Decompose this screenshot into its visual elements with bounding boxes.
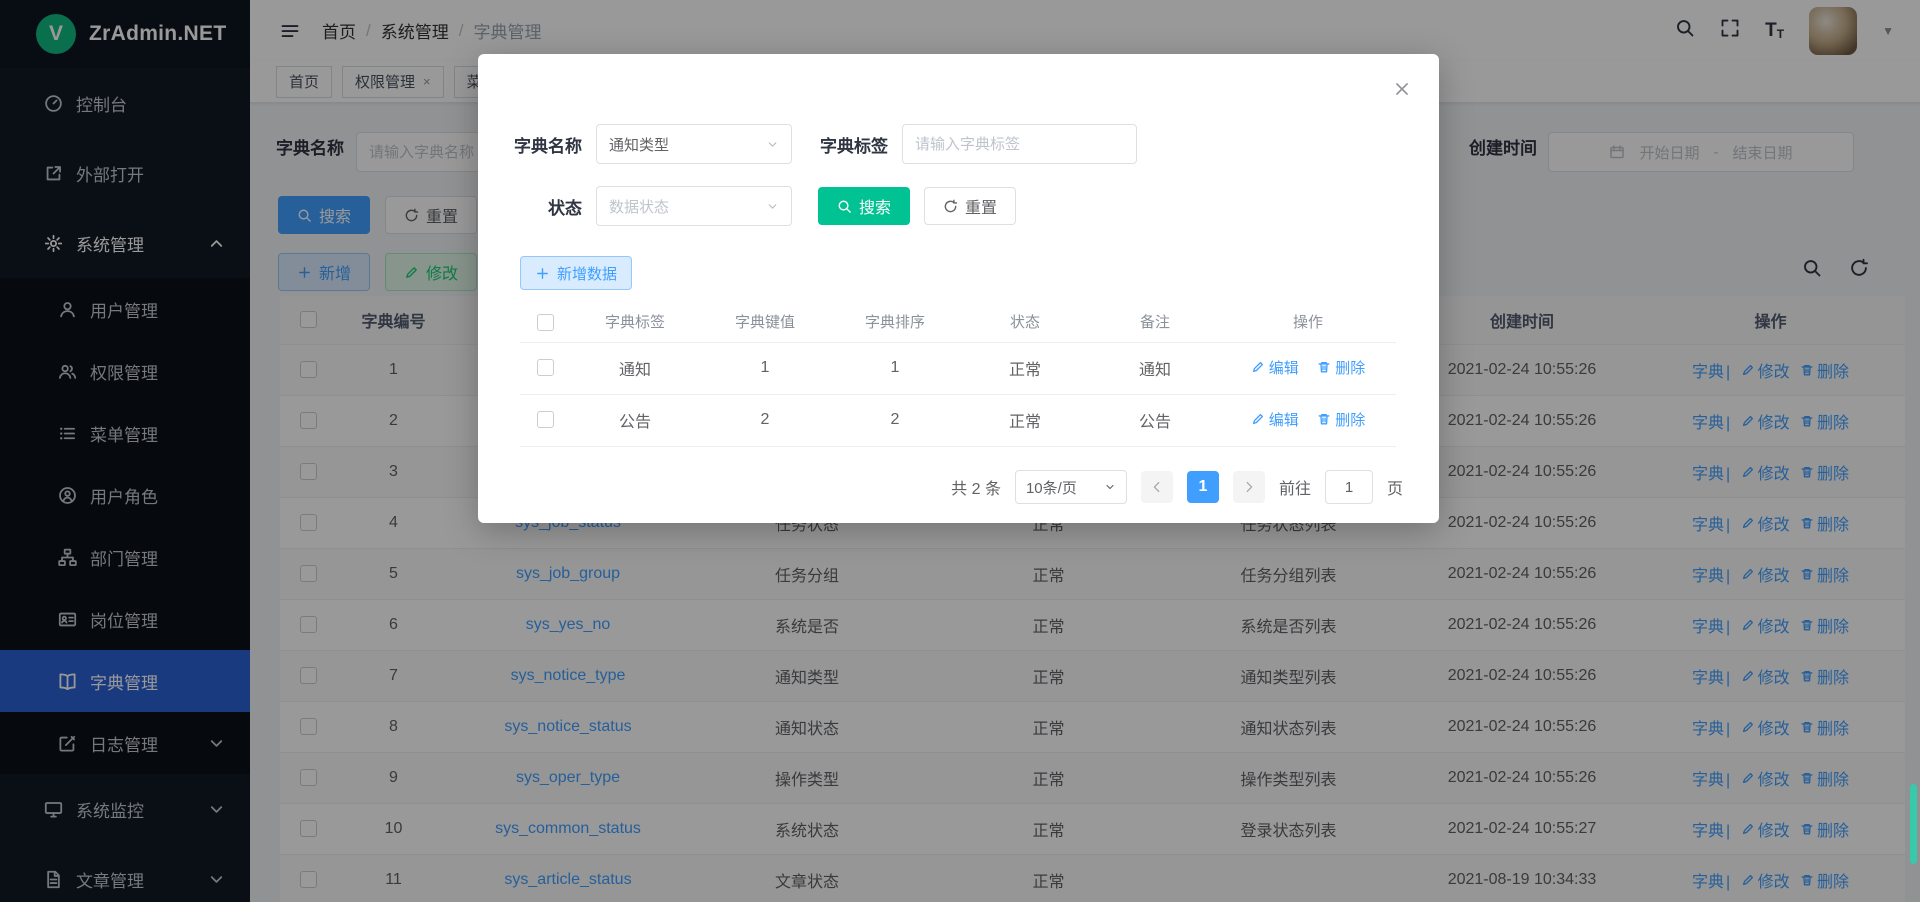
table-row: 公告 2 2 正常 公告 编辑 删除	[520, 394, 1396, 446]
dict-data-table: 字典标签 字典键值 字典排序 状态 备注 操作 通知 1 1 正常 通知 编	[520, 302, 1396, 447]
header-action: 操作	[1220, 302, 1396, 342]
row-delete-link[interactable]: 删除	[1317, 409, 1365, 430]
cell-dict-label: 通知	[570, 342, 700, 394]
row-edit-link[interactable]: 编辑	[1251, 357, 1299, 378]
dict-name-label: 字典名称	[506, 132, 582, 157]
goto-page-input[interactable]	[1325, 470, 1373, 504]
pagination: 共 2 条 10条/页 1 前往 页	[951, 470, 1403, 504]
prev-page-button[interactable]	[1141, 471, 1173, 503]
page-size-value: 10条/页	[1026, 477, 1077, 498]
chevron-down-icon	[766, 138, 779, 151]
header-dict-label: 字典标签	[570, 302, 700, 342]
chevron-left-icon	[1150, 480, 1164, 494]
header-dict-key: 字典键值	[700, 302, 830, 342]
goto-label: 前往	[1279, 475, 1311, 499]
dict-data-table-body: 通知 1 1 正常 通知 编辑 删除 公告 2 2 正常	[520, 342, 1396, 446]
row-edit-link[interactable]: 编辑	[1251, 409, 1299, 430]
cell-status: 正常	[960, 342, 1090, 394]
cell-remark: 公告	[1090, 394, 1220, 446]
cell-dict-label: 公告	[570, 394, 700, 446]
dict-data-dialog: 字典名称 通知类型 字典标签 状态 数据状态 搜索 重置	[478, 54, 1439, 523]
cell-remark: 通知	[1090, 342, 1220, 394]
page-1-button[interactable]: 1	[1187, 471, 1219, 503]
cell-dict-key: 1	[700, 342, 830, 394]
cell-status: 正常	[960, 394, 1090, 446]
add-data-button[interactable]: 新增数据	[520, 256, 632, 290]
row-checkbox[interactable]	[537, 411, 554, 428]
table-row: 通知 1 1 正常 通知 编辑 删除	[520, 342, 1396, 394]
select-placeholder: 数据状态	[609, 196, 669, 217]
table-header-row: 字典标签 字典键值 字典排序 状态 备注 操作	[520, 302, 1396, 342]
row-checkbox[interactable]	[537, 359, 554, 376]
dict-name-select[interactable]: 通知类型	[596, 124, 792, 164]
next-page-button[interactable]	[1233, 471, 1265, 503]
trash-icon	[1317, 360, 1331, 374]
close-icon[interactable]	[1393, 80, 1411, 103]
status-select[interactable]: 数据状态	[596, 186, 792, 226]
pencil-icon	[1251, 412, 1265, 426]
dict-label-input[interactable]	[902, 124, 1137, 164]
chevron-right-icon	[1242, 480, 1256, 494]
modal-search-button[interactable]: 搜索	[818, 187, 910, 225]
scrollbar-thumb[interactable]	[1910, 784, 1917, 864]
selected-value: 通知类型	[609, 134, 669, 155]
plus-icon	[535, 266, 550, 281]
cell-dict-sort: 2	[830, 394, 960, 446]
cell-dict-key: 2	[700, 394, 830, 446]
dict-label-label: 字典标签	[820, 132, 888, 157]
dialog-filter-form: 字典名称 通知类型 字典标签 状态 数据状态 搜索 重置	[506, 124, 1137, 248]
row-delete-link[interactable]: 删除	[1317, 357, 1365, 378]
chevron-down-icon	[766, 200, 779, 213]
pencil-icon	[1251, 360, 1265, 374]
search-icon	[837, 199, 852, 214]
header-remark: 备注	[1090, 302, 1220, 342]
refresh-icon	[943, 199, 958, 214]
chevron-down-icon	[1104, 481, 1116, 493]
trash-icon	[1317, 412, 1331, 426]
cell-dict-sort: 1	[830, 342, 960, 394]
header-status: 状态	[960, 302, 1090, 342]
page-size-select[interactable]: 10条/页	[1015, 470, 1127, 504]
page-unit-label: 页	[1387, 475, 1403, 499]
modal-reset-button[interactable]: 重置	[924, 187, 1016, 225]
header-dict-sort: 字典排序	[830, 302, 960, 342]
total-count: 共 2 条	[951, 475, 1001, 499]
select-all-checkbox[interactable]	[537, 314, 554, 331]
status-label: 状态	[506, 194, 582, 219]
